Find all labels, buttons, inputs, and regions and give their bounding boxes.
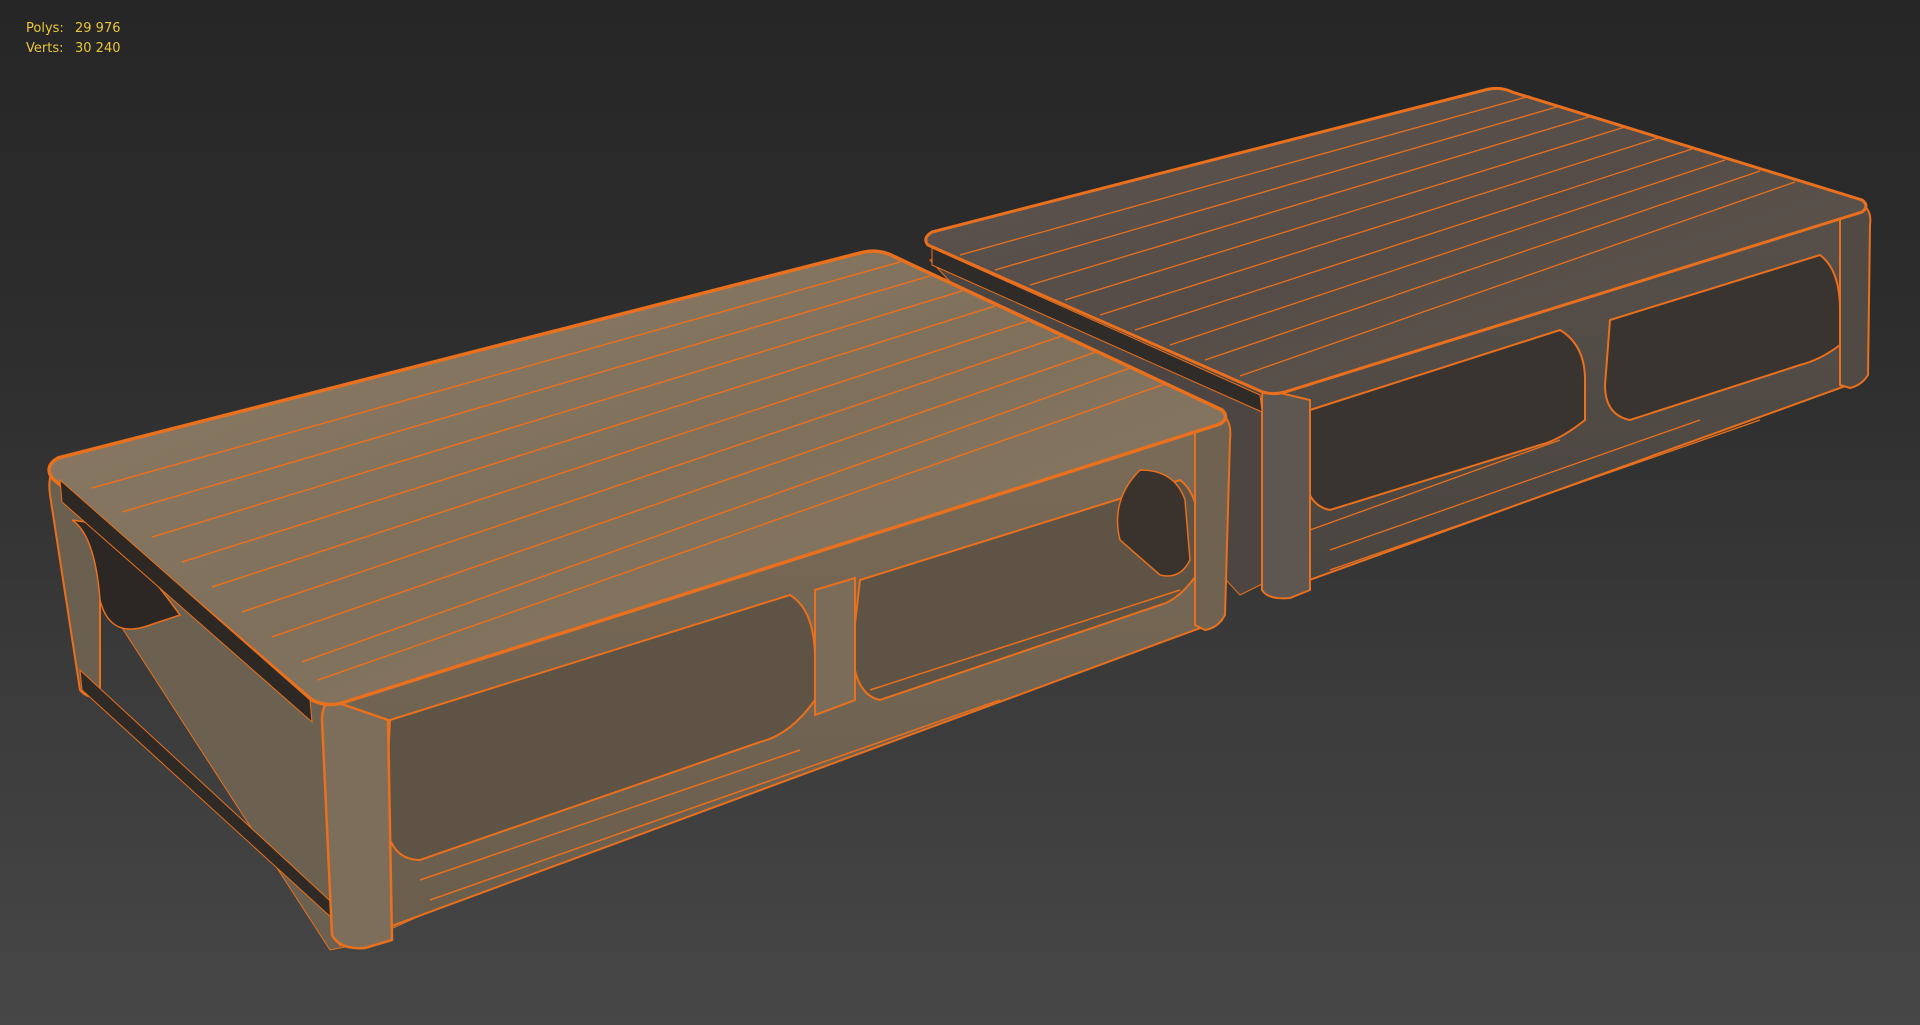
dark-table-right-end	[1839, 203, 1872, 390]
coffee-table-light[interactable]	[47, 249, 1232, 951]
light-table-center-divider	[814, 576, 856, 717]
light-table-right-end	[1194, 413, 1232, 632]
dark-table-corner-leg	[1261, 387, 1311, 600]
light-table-corner-leg	[320, 698, 394, 950]
3d-viewport[interactable]: Polys: 29 976 Verts: 30 240	[0, 0, 1920, 1025]
scene-render[interactable]	[0, 0, 1920, 1025]
